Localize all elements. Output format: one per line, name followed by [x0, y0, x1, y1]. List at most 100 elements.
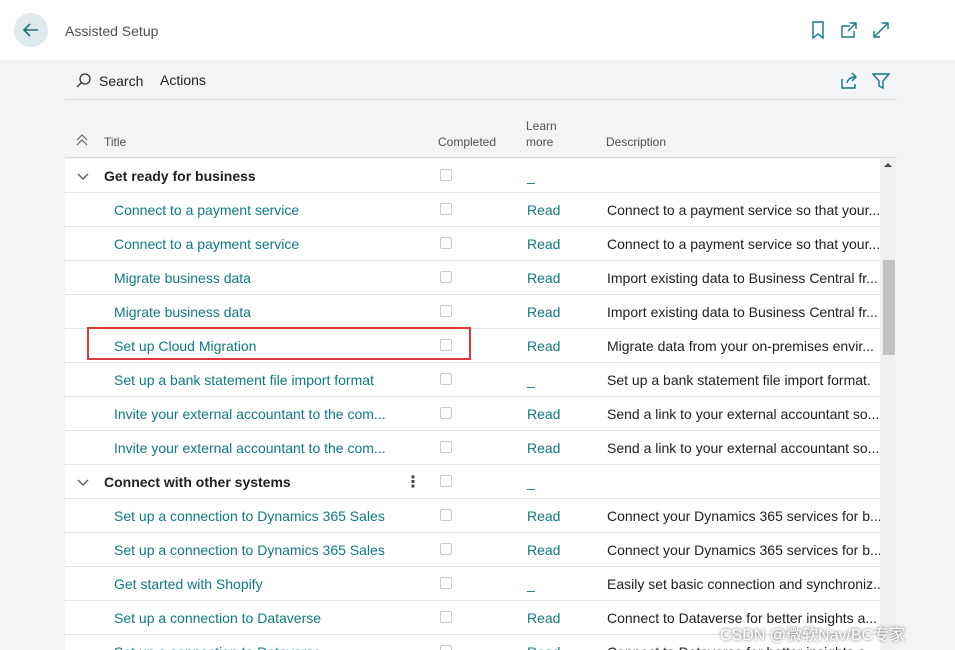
completed-checkbox — [440, 577, 452, 589]
scroll-up-arrow-icon[interactable] — [881, 160, 895, 170]
table-row[interactable]: Set up Cloud Migration Read Migrate data f… — [65, 329, 880, 363]
row-description: Import existing data to Business Central… — [607, 270, 878, 286]
column-description[interactable]: Description — [606, 134, 666, 150]
completed-checkbox — [440, 475, 452, 487]
row-title-link[interactable]: Set up a connection to Dynamics 365 Sale… — [114, 508, 385, 524]
more-options-icon[interactable]: ⋮ — [405, 472, 421, 492]
row-title-link[interactable]: Migrate business data — [114, 270, 251, 286]
group-title: Get ready for business — [104, 168, 256, 184]
back-button[interactable] — [14, 13, 48, 47]
chevron-down-icon[interactable] — [75, 474, 91, 490]
search-label: Search — [99, 73, 144, 89]
row-title-link[interactable]: Set up a connection to Dataverse — [114, 610, 321, 626]
top-bar: Assisted Setup — [0, 0, 955, 60]
row-title-link[interactable]: Connect to a payment service — [114, 202, 299, 218]
completed-checkbox — [440, 407, 452, 419]
expand-icon[interactable] — [871, 20, 891, 40]
table-row[interactable]: Get started with Shopify _ Easily set basi… — [65, 567, 880, 601]
row-description: Connect to a payment service so that you… — [607, 236, 880, 252]
row-title-link[interactable]: Connect to a payment service — [114, 236, 299, 252]
table-row[interactable]: Invite your external accountant to the c… — [65, 397, 880, 431]
row-title-link[interactable]: Migrate business data — [114, 304, 251, 320]
row-description: Import existing data to Business Central… — [607, 304, 878, 320]
completed-checkbox — [440, 203, 452, 215]
learn-more-link[interactable]: _ — [527, 372, 535, 388]
learn-more-link[interactable]: Read — [527, 236, 560, 252]
learn-more-link[interactable]: _ — [527, 576, 535, 592]
completed-checkbox — [440, 237, 452, 249]
column-learn-more[interactable]: Learn — [526, 118, 557, 134]
search-icon — [76, 73, 91, 88]
learn-more-link[interactable]: Read — [527, 270, 560, 286]
row-title-link[interactable]: Set up a bank statement file import form… — [114, 372, 374, 388]
row-description: Easily set basic connection and synchron… — [607, 576, 880, 592]
learn-more-link[interactable]: Read — [527, 406, 560, 422]
group-row[interactable]: Get ready for business _ — [65, 159, 880, 193]
learn-more-link[interactable]: Read — [527, 542, 560, 558]
action-bar: Search Actions — [65, 60, 897, 100]
row-title-link[interactable]: Invite your external accountant to the c… — [114, 406, 386, 422]
row-title-link[interactable]: Get started with Shopify — [114, 576, 263, 592]
row-description: Migrate data from your on-premises envir… — [607, 338, 874, 354]
column-learn-more-line2[interactable]: more — [526, 134, 553, 150]
chevron-down-icon[interactable] — [75, 168, 91, 184]
learn-more-link[interactable]: Read — [527, 644, 560, 650]
watermark: CSDN @微软Nav/BC专家 — [720, 627, 906, 644]
group-row[interactable]: Connect with other systems ⋮ _ — [65, 465, 880, 499]
row-title-link[interactable]: Set up a connection to Dynamics 365 Sale… — [114, 542, 385, 558]
actions-button[interactable]: Actions — [160, 72, 206, 88]
table-row[interactable]: Set up a bank statement file import form… — [65, 363, 880, 397]
completed-checkbox — [440, 543, 452, 555]
learn-more-link[interactable]: Read — [527, 440, 560, 456]
column-header-row: Title Completed Learn more Description — [65, 100, 897, 158]
actions-label: Actions — [160, 72, 206, 88]
row-title-link[interactable]: Set up Cloud Migration — [114, 338, 256, 354]
row-description: Set up a bank statement file import form… — [607, 372, 871, 388]
group-title: Connect with other systems — [104, 474, 291, 490]
scrollbar-thumb[interactable] — [883, 260, 895, 355]
column-completed[interactable]: Completed — [438, 134, 496, 150]
completed-checkbox — [440, 373, 452, 385]
row-description: Connect your Dynamics 365 services for b… — [607, 508, 880, 524]
row-title-link[interactable]: Invite your external accountant to the c… — [114, 440, 386, 456]
setup-list: Get ready for business _ Connect to a paym… — [65, 159, 880, 650]
table-row[interactable]: Migrate business data Read Import existing… — [65, 261, 880, 295]
arrow-left-icon — [22, 23, 38, 37]
completed-checkbox — [440, 611, 452, 623]
completed-checkbox — [440, 169, 452, 181]
filter-icon[interactable] — [871, 71, 891, 91]
learn-more-link[interactable]: _ — [527, 474, 535, 490]
search-button[interactable]: Search — [75, 72, 143, 90]
learn-more-link[interactable]: Read — [527, 304, 560, 320]
share-icon[interactable] — [839, 71, 859, 91]
learn-more-link[interactable]: Read — [527, 338, 560, 354]
row-title-link[interactable]: Set up a connection to Dataverse — [114, 644, 321, 650]
table-row[interactable]: Set up a connection to Dynamics 365 Sale… — [65, 533, 880, 567]
learn-more-link[interactable]: Read — [527, 508, 560, 524]
completed-checkbox — [440, 645, 452, 650]
table-row[interactable]: Migrate business data Read Import existing… — [65, 295, 880, 329]
open-in-new-window-icon[interactable] — [839, 20, 859, 40]
column-title[interactable]: Title — [104, 134, 126, 150]
learn-more-link[interactable]: Read — [527, 610, 560, 626]
table-row[interactable]: Connect to a payment service Read Connect … — [65, 227, 880, 261]
completed-checkbox — [440, 271, 452, 283]
collapse-all-icon[interactable] — [75, 133, 89, 147]
table-row[interactable]: Connect to a payment service Read Connect … — [65, 193, 880, 227]
scrollbar-track[interactable] — [881, 160, 895, 650]
content-area: Search Actions Title Completed Learn mor… — [0, 60, 955, 650]
learn-more-link[interactable]: Read — [527, 202, 560, 218]
row-description: Connect to a payment service so that you… — [607, 202, 880, 218]
table-row[interactable]: Invite your external accountant to the c… — [65, 431, 880, 465]
completed-checkbox — [440, 509, 452, 521]
page-title: Assisted Setup — [65, 23, 159, 39]
learn-more-link[interactable]: _ — [527, 168, 535, 184]
completed-checkbox — [440, 305, 452, 317]
row-description: Send a link to your external accountant … — [607, 440, 880, 456]
completed-checkbox — [440, 339, 452, 351]
completed-checkbox — [440, 441, 452, 453]
row-description: Send a link to your external accountant … — [607, 406, 880, 422]
row-description: Connect your Dynamics 365 services for b… — [607, 542, 880, 558]
table-row[interactable]: Set up a connection to Dynamics 365 Sale… — [65, 499, 880, 533]
bookmark-icon[interactable] — [808, 20, 828, 40]
